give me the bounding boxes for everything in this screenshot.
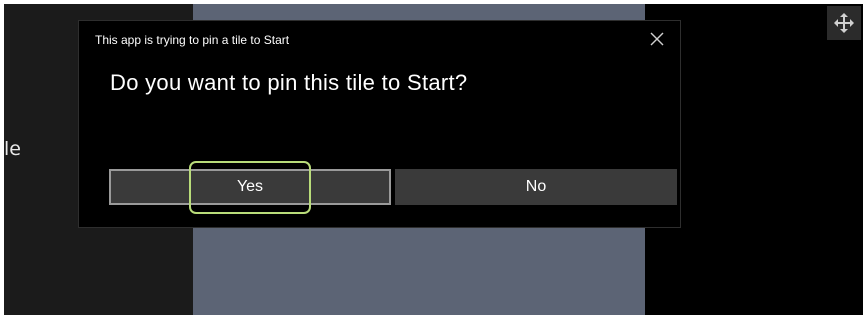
move-arrows-icon bbox=[834, 13, 854, 33]
dialog-question: Do you want to pin this tile to Start? bbox=[110, 70, 468, 95]
dialog-title: This app is trying to pin a tile to Star… bbox=[95, 33, 290, 47]
yes-button-label: Yes bbox=[236, 178, 264, 195]
yes-button[interactable]: Yes bbox=[109, 169, 391, 205]
desktop-screen: le This app is trying to pin a tile to S… bbox=[4, 4, 863, 315]
move-handle[interactable] bbox=[827, 6, 861, 40]
partial-left-text: le bbox=[4, 138, 21, 160]
no-button-label: No bbox=[525, 178, 547, 195]
close-icon bbox=[650, 32, 664, 46]
no-button[interactable]: No bbox=[395, 169, 677, 205]
pin-tile-dialog: This app is trying to pin a tile to Star… bbox=[78, 20, 681, 228]
close-button[interactable] bbox=[642, 25, 672, 53]
